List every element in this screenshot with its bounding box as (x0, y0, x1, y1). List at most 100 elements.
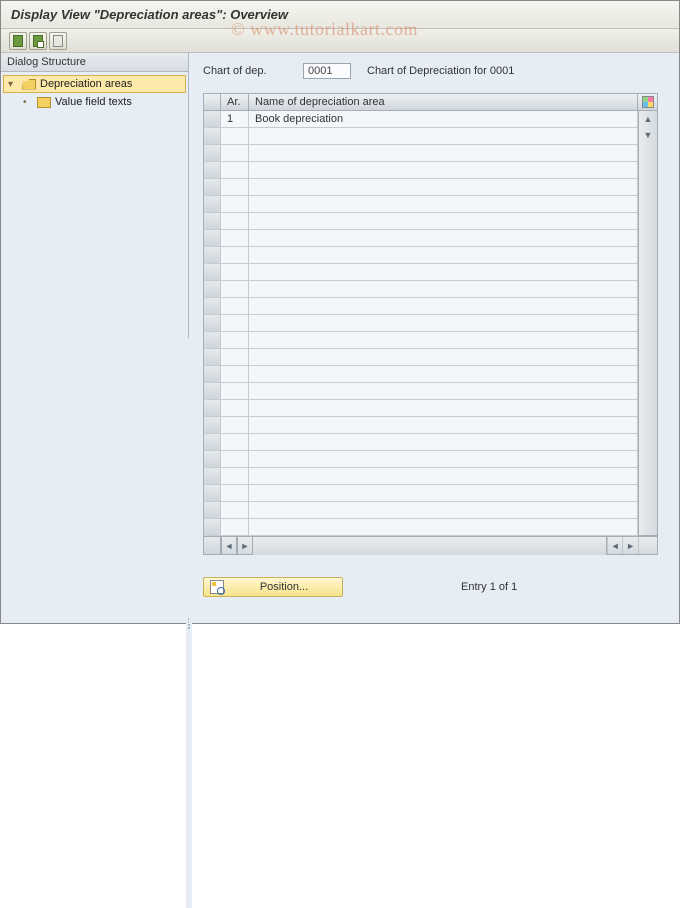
row-selector[interactable] (203, 485, 221, 502)
table-row[interactable] (203, 264, 658, 281)
col-selector[interactable] (203, 93, 221, 111)
cell-name (249, 196, 638, 213)
row-selector[interactable] (203, 162, 221, 179)
row-selector[interactable] (203, 383, 221, 400)
tree-toggle-icon[interactable]: ▾ (8, 79, 18, 90)
toolbar-btn-collapse[interactable] (29, 32, 47, 50)
row-selector[interactable] (203, 111, 221, 128)
table-row[interactable] (203, 213, 658, 230)
tree: ▾ Depreciation areas • Value field texts (1, 72, 188, 114)
table-row[interactable] (203, 179, 658, 196)
table-row[interactable] (203, 298, 658, 315)
table-row[interactable] (203, 417, 658, 434)
cell-name (249, 281, 638, 298)
v-scrollbar[interactable]: ▲▼ (638, 111, 658, 536)
cell-name (249, 366, 638, 383)
vsb-up-icon[interactable]: ▲ (639, 111, 657, 127)
cell-name (249, 332, 638, 349)
table-row[interactable] (203, 485, 658, 502)
row-selector[interactable] (203, 315, 221, 332)
cell-ar (221, 281, 249, 298)
row-selector[interactable] (203, 332, 221, 349)
toolbar (1, 29, 679, 53)
hsb-right-icon[interactable]: ► (237, 537, 253, 555)
configure-icon (642, 96, 654, 108)
hsb-left-icon[interactable]: ◄ (221, 537, 237, 555)
hsb-corner (638, 537, 657, 554)
table-row[interactable] (203, 519, 658, 536)
toolbar-btn-copy[interactable] (49, 32, 67, 50)
row-selector[interactable] (203, 281, 221, 298)
cell-ar (221, 332, 249, 349)
folder-open-icon (22, 79, 36, 90)
cell-name (249, 417, 638, 434)
cell-name (249, 468, 638, 485)
table-row[interactable] (203, 349, 658, 366)
cell-ar (221, 230, 249, 247)
table-row[interactable] (203, 281, 658, 298)
hsb-corner (203, 537, 221, 555)
row-selector[interactable] (203, 145, 221, 162)
cell-name (249, 349, 638, 366)
row-selector[interactable] (203, 349, 221, 366)
table-row[interactable] (203, 383, 658, 400)
table-row[interactable] (203, 128, 658, 145)
table-row[interactable] (203, 145, 658, 162)
row-selector[interactable] (203, 179, 221, 196)
table-row[interactable] (203, 451, 658, 468)
cell-ar (221, 468, 249, 485)
table-row[interactable] (203, 196, 658, 213)
col-ar[interactable]: Ar. (221, 93, 249, 111)
cell-name (249, 519, 638, 536)
h-scrollbar[interactable]: ◄ ► (221, 537, 606, 555)
tree-item-depreciation-areas[interactable]: ▾ Depreciation areas (3, 75, 186, 93)
table-row[interactable] (203, 315, 658, 332)
toolbar-btn-expand[interactable] (9, 32, 27, 50)
table-row[interactable] (203, 162, 658, 179)
table-row[interactable] (203, 468, 658, 485)
table-row[interactable] (203, 332, 658, 349)
table-row[interactable] (203, 400, 658, 417)
window-title: Display View "Depreciation areas": Overv… (1, 1, 679, 29)
tree-item-value-field-texts[interactable]: • Value field texts (3, 93, 186, 111)
row-selector[interactable] (203, 366, 221, 383)
row-selector[interactable] (203, 451, 221, 468)
cell-name (249, 128, 638, 145)
cell-name (249, 145, 638, 162)
vsb-down-icon[interactable]: ▼ (639, 127, 657, 143)
position-button[interactable]: Position... (203, 577, 343, 597)
row-selector[interactable] (203, 264, 221, 281)
row-selector[interactable] (203, 519, 221, 536)
row-selector[interactable] (203, 502, 221, 519)
table-row[interactable] (203, 230, 658, 247)
row-selector[interactable] (203, 247, 221, 264)
row-selector[interactable] (203, 468, 221, 485)
row-selector[interactable] (203, 417, 221, 434)
row-selector[interactable] (203, 128, 221, 145)
table-row[interactable]: 1Book depreciation (203, 111, 658, 128)
hsb-left2-icon[interactable]: ◄ (607, 537, 622, 554)
cell-ar (221, 485, 249, 502)
col-configure[interactable] (638, 93, 658, 111)
cell-ar (221, 349, 249, 366)
table-row[interactable] (203, 434, 658, 451)
row-selector[interactable] (203, 434, 221, 451)
table-row[interactable] (203, 247, 658, 264)
row-selector[interactable] (203, 400, 221, 417)
table-row[interactable] (203, 502, 658, 519)
row-selector[interactable] (203, 213, 221, 230)
row-selector[interactable] (203, 298, 221, 315)
dialog-structure-panel: Dialog Structure ▾ Depreciation areas • … (1, 53, 189, 623)
hsb-right2-icon[interactable]: ► (622, 537, 637, 554)
cell-name (249, 298, 638, 315)
cell-ar (221, 213, 249, 230)
col-name[interactable]: Name of depreciation area (249, 93, 638, 111)
cell-ar: 1 (221, 111, 249, 128)
cell-name (249, 502, 638, 519)
row-selector[interactable] (203, 230, 221, 247)
chart-of-dep-input[interactable] (303, 63, 351, 79)
row-selector[interactable] (203, 196, 221, 213)
cell-name (249, 383, 638, 400)
table-row[interactable] (203, 366, 658, 383)
chart-of-dep-desc: Chart of Depreciation for 0001 (367, 65, 514, 77)
